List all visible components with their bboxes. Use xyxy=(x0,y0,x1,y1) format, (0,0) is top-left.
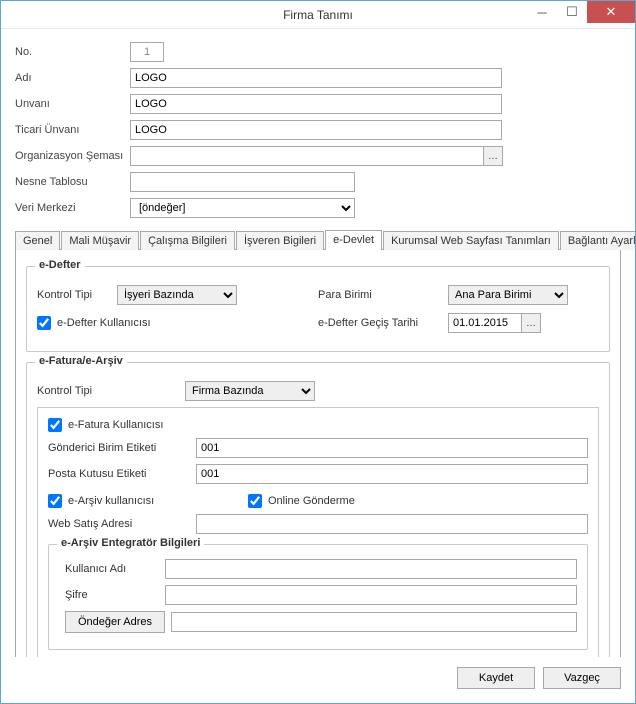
maximize-button[interactable]: ☐ xyxy=(557,1,587,23)
entegrator-sifre-field[interactable] xyxy=(165,585,577,605)
efatura-kullanici-label: e-Fatura Kullanıcısı xyxy=(68,419,163,431)
gonderici-field[interactable] xyxy=(196,438,588,458)
adi-label: Adı xyxy=(15,72,130,84)
earsiv-entegrator-group: e-Arşiv Entegratör Bilgileri Kullanıcı A… xyxy=(48,544,588,650)
ticari-unvani-label: Ticari Ünvanı xyxy=(15,124,130,136)
nesne-field[interactable] xyxy=(130,172,355,192)
edefter-gecis-date[interactable] xyxy=(448,313,522,333)
posta-label: Posta Kutusu Etiketi xyxy=(48,468,196,480)
tab-isveren-bilgileri[interactable]: İşveren Bigileri xyxy=(236,231,324,250)
edefter-kontrol-tipi-select[interactable]: İşyeri Bazında xyxy=(117,285,237,305)
close-button[interactable]: ✕ xyxy=(587,1,635,23)
edefter-kullanici-label: e-Defter Kullanıcısı xyxy=(57,317,151,329)
efatura-kullanici-checkbox[interactable] xyxy=(48,418,62,432)
online-gonderme-label: Online Gönderme xyxy=(268,495,355,507)
ondeger-adres-field[interactable] xyxy=(171,612,577,632)
no-label: No. xyxy=(15,46,130,58)
entegrator-sifre-label: Şifre xyxy=(65,589,165,601)
minimize-button[interactable]: ─ xyxy=(527,1,557,23)
efatura-kontrol-tipi-select[interactable]: Firma Bazında xyxy=(185,381,315,401)
org-sema-label: Organizasyon Şeması xyxy=(15,150,130,162)
earsiv-kullanici-checkbox[interactable] xyxy=(48,494,62,508)
save-button[interactable]: Kaydet xyxy=(457,667,535,689)
tab-baglanti-ayarlari[interactable]: Bağlantı Ayarları xyxy=(560,231,635,250)
nesne-label: Nesne Tablosu xyxy=(15,176,130,188)
dialog-footer: Kaydet Vazgeç xyxy=(1,657,635,703)
earsiv-entegrator-legend: e-Arşiv Entegratör Bilgileri xyxy=(57,537,204,549)
efatura-kontrol-tipi-label: Kontrol Tipi xyxy=(37,385,185,397)
no-field xyxy=(130,42,164,62)
e-defter-group: e-Defter Kontrol Tipi İşyeri Bazında Par… xyxy=(26,266,610,352)
edefter-gecis-browse-button[interactable] xyxy=(521,313,541,333)
tab-kurumsal-web[interactable]: Kurumsal Web Sayfası Tanımları xyxy=(383,231,559,250)
unvani-field[interactable] xyxy=(130,94,502,114)
ondeger-adres-button[interactable]: Öndeğer Adres xyxy=(65,611,165,633)
header-form: No. Adı Unvanı Ticari Ünvanı Organizasyo… xyxy=(15,41,621,223)
web-satis-field[interactable] xyxy=(196,514,588,534)
tab-genel[interactable]: Genel xyxy=(15,231,60,250)
org-sema-browse-button[interactable] xyxy=(483,146,503,166)
online-gonderme-checkbox[interactable] xyxy=(248,494,262,508)
edefter-kontrol-tipi-label: Kontrol Tipi xyxy=(37,289,117,301)
firma-tanimi-window: Firma Tanımı ─ ☐ ✕ No. Adı Unvanı Ticari… xyxy=(0,0,636,704)
earsiv-kullanici-checkbox-wrap[interactable]: e-Arşiv kullanıcısı xyxy=(48,494,248,508)
efatura-kullanici-checkbox-wrap[interactable]: e-Fatura Kullanıcısı xyxy=(48,418,163,432)
e-defter-legend: e-Defter xyxy=(35,259,85,271)
tab-panel-e-devlet: e-Defter Kontrol Tipi İşyeri Bazında Par… xyxy=(15,250,621,657)
veri-merkezi-select[interactable]: [öndeğer] xyxy=(130,198,355,218)
earsiv-kullanici-label: e-Arşiv kullanıcısı xyxy=(68,495,154,507)
online-gonderme-checkbox-wrap[interactable]: Online Gönderme xyxy=(248,494,355,508)
window-title: Firma Tanımı xyxy=(283,8,353,22)
edefter-gecis-label: e-Defter Geçiş Tarihi xyxy=(318,317,448,329)
unvani-label: Unvanı xyxy=(15,98,130,110)
efatura-inner-group: e-Fatura Kullanıcısı Gönderici Birim Eti… xyxy=(37,407,599,657)
adi-field[interactable] xyxy=(130,68,502,88)
e-fatura-legend: e-Fatura/e-Arşiv xyxy=(35,355,127,367)
posta-field[interactable] xyxy=(196,464,588,484)
cancel-button[interactable]: Vazgeç xyxy=(543,667,621,689)
edefter-para-birimi-select[interactable]: Ana Para Birimi xyxy=(448,285,568,305)
edefter-kullanici-checkbox-wrap[interactable]: e-Defter Kullanıcısı xyxy=(37,316,151,330)
web-satis-label: Web Satış Adresi xyxy=(48,518,196,530)
tabs: Genel Mali Müşavir Çalışma Bilgileri İşv… xyxy=(15,229,621,250)
tab-calisma-bilgileri[interactable]: Çalışma Bilgileri xyxy=(140,231,235,250)
window-controls: ─ ☐ ✕ xyxy=(527,1,635,23)
veri-label: Veri Merkezi xyxy=(15,202,130,214)
entegrator-kullanici-adi-label: Kullanıcı Adı xyxy=(65,563,165,575)
e-fatura-earsiv-group: e-Fatura/e-Arşiv Kontrol Tipi Firma Bazı… xyxy=(26,362,610,657)
edefter-kullanici-checkbox[interactable] xyxy=(37,316,51,330)
org-sema-field[interactable] xyxy=(130,146,484,166)
ticari-unvani-field[interactable] xyxy=(130,120,502,140)
titlebar: Firma Tanımı ─ ☐ ✕ xyxy=(1,1,635,29)
edefter-para-birimi-label: Para Birimi xyxy=(318,289,448,301)
entegrator-kullanici-adi-field[interactable] xyxy=(165,559,577,579)
content-area: No. Adı Unvanı Ticari Ünvanı Organizasyo… xyxy=(1,29,635,657)
tab-e-devlet[interactable]: e-Devlet xyxy=(325,230,382,250)
gonderici-label: Gönderici Birim Etiketi xyxy=(48,442,196,454)
tab-mali-musavir[interactable]: Mali Müşavir xyxy=(61,231,139,250)
